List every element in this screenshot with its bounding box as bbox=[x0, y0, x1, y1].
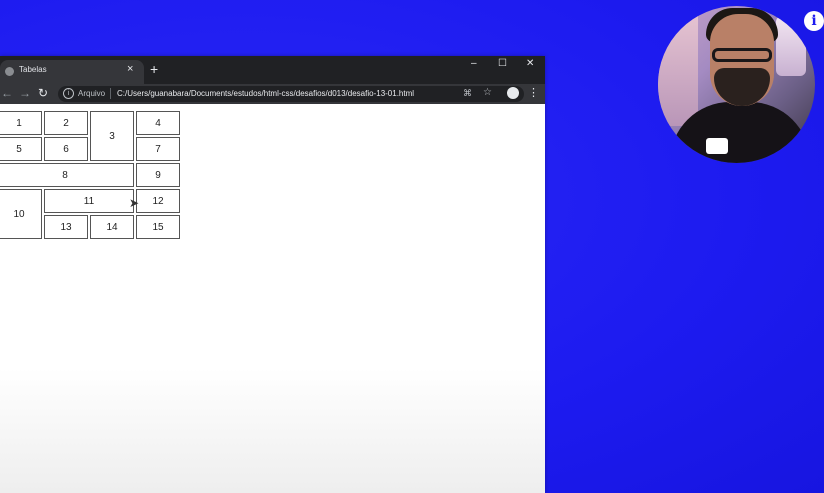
presenter-glasses bbox=[712, 48, 772, 62]
close-tab-icon[interactable]: × bbox=[127, 63, 133, 75]
table-cell: 14 bbox=[90, 215, 134, 239]
table-cell: 7 bbox=[136, 137, 180, 161]
table-row: 1 2 3 4 bbox=[0, 111, 180, 161]
table-cell: 4 bbox=[136, 111, 180, 135]
table-row: 10 11 12 bbox=[0, 189, 180, 239]
maximize-button[interactable]: ☐ bbox=[498, 58, 507, 69]
table-row: 8 9 bbox=[0, 163, 180, 187]
minimize-button[interactable]: – bbox=[471, 58, 477, 69]
mouse-cursor-icon: ➤ bbox=[129, 196, 140, 210]
browser-menu-icon[interactable]: ⋮ bbox=[528, 86, 539, 99]
site-info-icon[interactable]: i bbox=[63, 88, 74, 99]
address-separator bbox=[110, 88, 111, 99]
tab-strip: Tabelas × + – ☐ ✕ bbox=[0, 56, 545, 84]
translate-icon[interactable]: ⌘ bbox=[463, 88, 472, 99]
table-cell: 1 bbox=[0, 111, 42, 135]
page-viewport: 1 2 3 4 5 6 7 8 9 10 11 12 13 14 15 ➤ bbox=[0, 104, 545, 493]
webcam-shelf bbox=[658, 6, 698, 126]
table-cell: 3 bbox=[90, 111, 134, 161]
tab-tabelas[interactable]: Tabelas × bbox=[0, 60, 144, 84]
table-cell: 13 bbox=[44, 215, 88, 239]
browser-toolbar: ← → ↻ i Arquivo C:/Users/guanabara/Docum… bbox=[0, 84, 545, 104]
address-url[interactable]: C:/Users/guanabara/Documents/estudos/htm… bbox=[117, 89, 414, 98]
new-tab-button[interactable]: + bbox=[150, 62, 158, 76]
table-cell: 12 bbox=[136, 189, 180, 213]
browser-window: Tabelas × + – ☐ ✕ ← → ↻ i Arquivo C:/Use… bbox=[0, 56, 545, 493]
table-cell: 9 bbox=[136, 163, 180, 187]
table-cell: 6 bbox=[44, 137, 88, 161]
table-cell: 15 bbox=[136, 215, 180, 239]
profile-avatar-icon[interactable] bbox=[507, 87, 519, 99]
presenter-webcam bbox=[658, 6, 815, 163]
address-scheme-label: Arquivo bbox=[78, 89, 106, 98]
forward-arrow-icon[interactable]: → bbox=[19, 86, 31, 100]
presenter-beard bbox=[714, 68, 770, 106]
table-cell: 5 bbox=[0, 137, 42, 161]
globe-icon bbox=[5, 67, 14, 76]
demo-table: 1 2 3 4 5 6 7 8 9 10 11 12 13 14 15 bbox=[0, 109, 182, 241]
close-window-button[interactable]: ✕ bbox=[526, 58, 534, 69]
shirt-logo bbox=[706, 138, 728, 154]
tab-title: Tabelas bbox=[19, 65, 47, 74]
reload-icon[interactable]: ↻ bbox=[38, 86, 48, 100]
address-bar[interactable]: i Arquivo C:/Users/guanabara/Documents/e… bbox=[58, 86, 524, 102]
webcam-lamp bbox=[776, 16, 806, 76]
table-cell: 2 bbox=[44, 111, 88, 135]
table-cell: 10 bbox=[0, 189, 42, 239]
info-icon[interactable]: i bbox=[804, 11, 824, 31]
back-arrow-icon[interactable]: ← bbox=[1, 86, 13, 100]
table-cell: 8 bbox=[0, 163, 134, 187]
bookmark-star-icon[interactable]: ☆ bbox=[483, 87, 492, 98]
table-cell: 11 bbox=[44, 189, 134, 213]
